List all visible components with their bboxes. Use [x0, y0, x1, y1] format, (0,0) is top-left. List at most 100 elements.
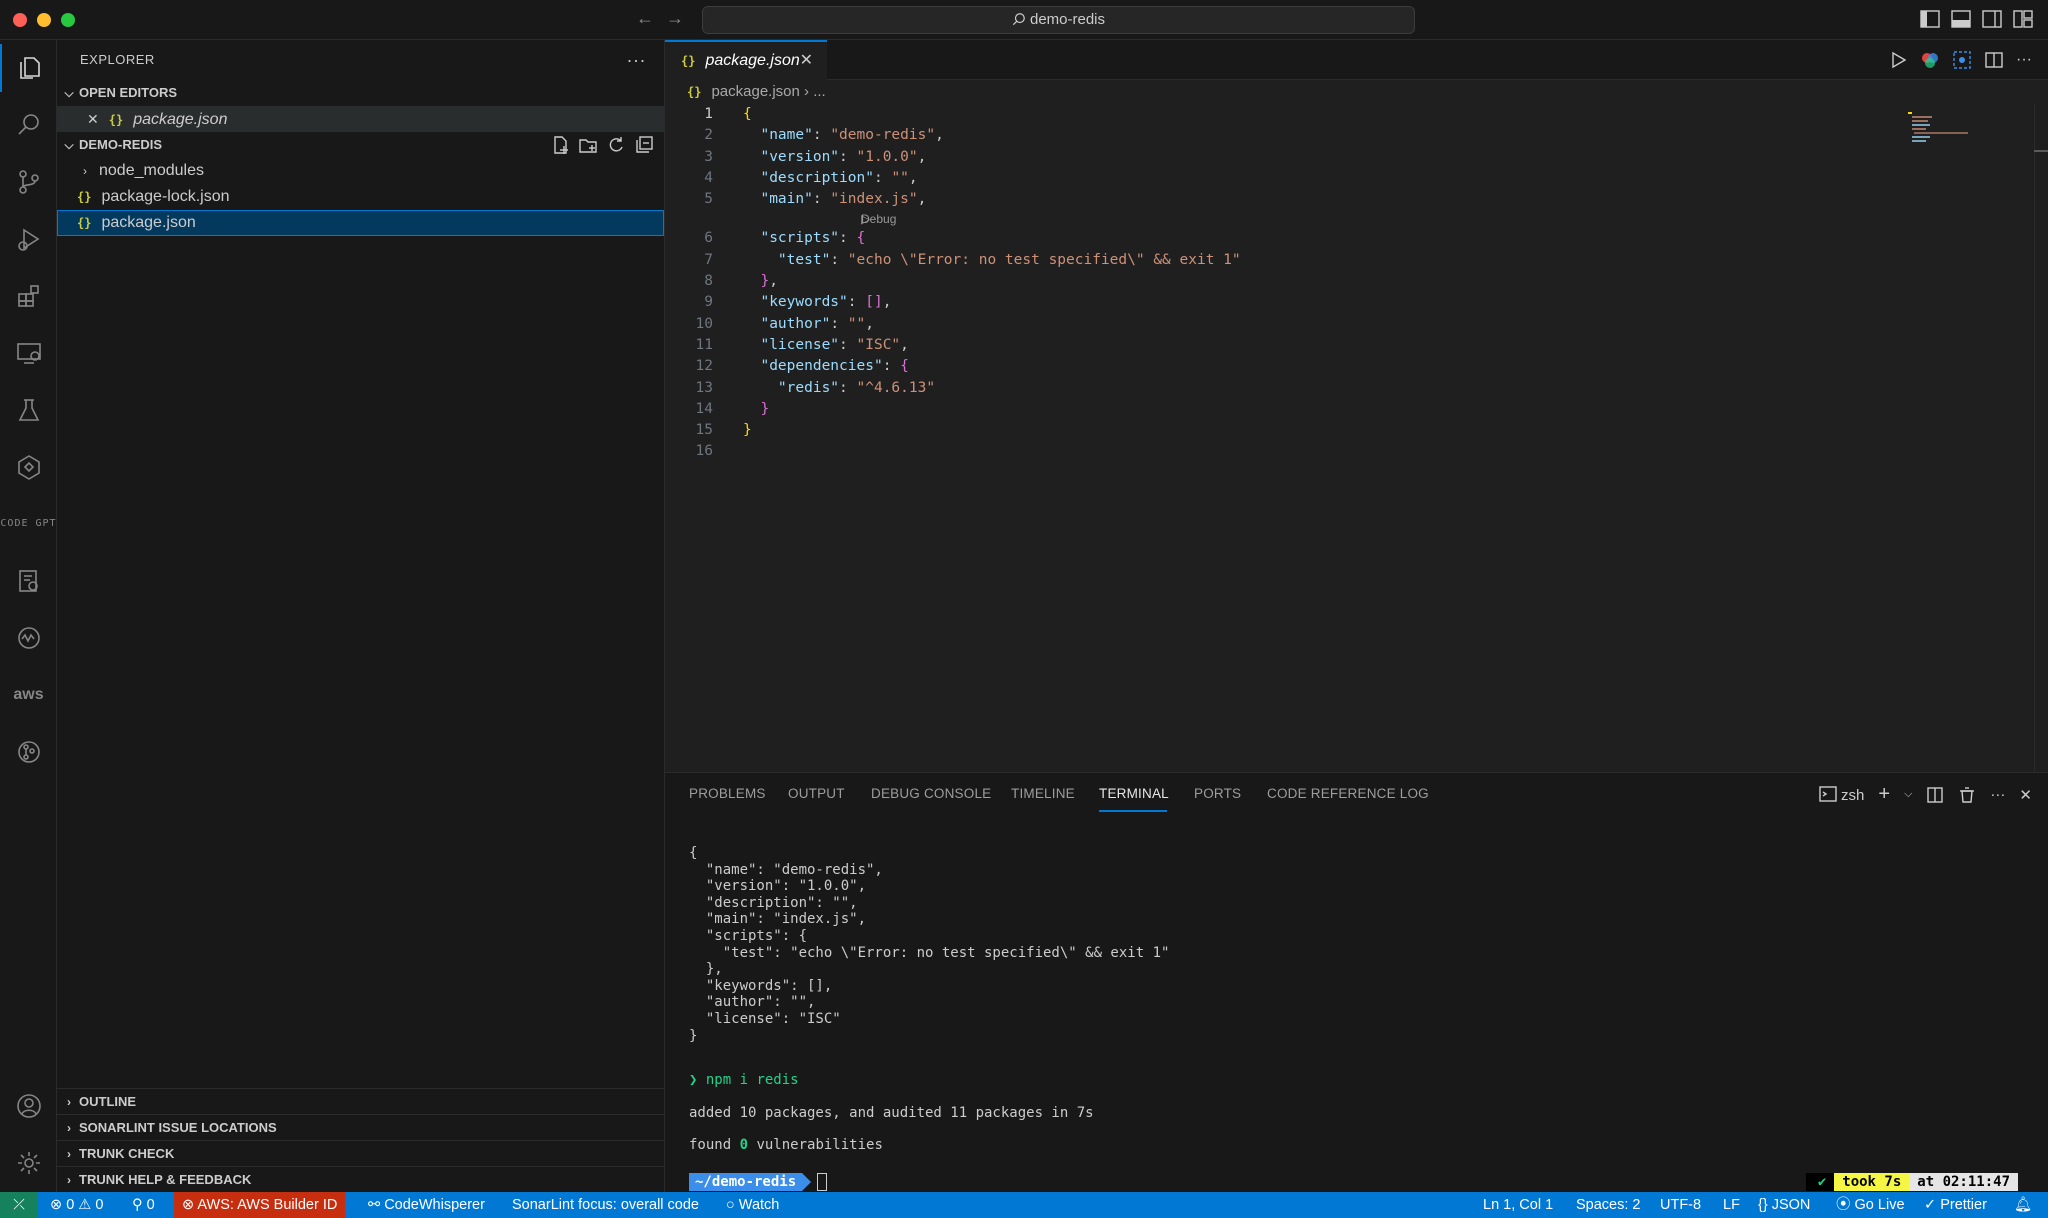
sonarlint-issue-locations-section[interactable]: › SONARLINT ISSUE LOCATIONS [57, 1114, 665, 1140]
language-mode-status[interactable]: {} JSON [1758, 1192, 1810, 1218]
watch-status[interactable]: ○ Watch [726, 1192, 779, 1218]
explorer-icon[interactable] [0, 44, 57, 92]
open-editors-section[interactable]: ⌵ OPEN EDITORS [57, 80, 664, 106]
code-editor[interactable]: 1{ 2 "name": "demo-redis", 3 "version": … [665, 104, 2048, 463]
minimap[interactable] [1908, 110, 1968, 150]
more-actions-icon[interactable]: ··· [627, 40, 646, 80]
command-center-text: demo-redis [1029, 11, 1106, 28]
window-minimize-button[interactable] [37, 13, 51, 27]
source-control-icon[interactable] [0, 158, 57, 206]
testing-icon[interactable] [0, 386, 57, 434]
codewhisperer-status[interactable]: ⚯ CodeWhisperer [368, 1192, 485, 1218]
notifications-bell-icon[interactable]: 🔔︎ [2014, 1192, 2032, 1218]
tab-terminal[interactable]: TERMINAL [1099, 786, 1169, 801]
back-arrow-icon[interactable]: ← [636, 8, 654, 29]
codegpt-action-icon[interactable] [1952, 50, 1972, 70]
editor-scrollbar[interactable] [2034, 104, 2048, 772]
account-icon[interactable] [0, 1082, 57, 1130]
terminal-line: { [689, 845, 698, 861]
status-ok-icon: ✔ [1805, 1173, 1835, 1191]
trash-icon[interactable] [1958, 786, 1976, 804]
tab-debug-console[interactable]: DEBUG CONSOLE [871, 786, 991, 801]
tree-item-node-modules[interactable]: › node_modules [57, 158, 664, 184]
hexagon-icon[interactable] [0, 443, 57, 491]
ports-status[interactable]: ⚲ 0 [132, 1192, 155, 1218]
timeline-wave-icon[interactable] [0, 614, 57, 662]
editor-area: {} package.json ✕ ··· {} package.json › ..… [665, 40, 2048, 772]
terminal-prompt[interactable]: ~/demo-redis [689, 1173, 828, 1191]
customize-layout-icon[interactable] [2013, 10, 2033, 28]
go-live-status[interactable]: ⦿ Go Live [1836, 1192, 1905, 1218]
window-maximize-button[interactable] [61, 13, 75, 27]
toggle-secondary-sidebar-icon[interactable] [1982, 10, 2002, 28]
open-editor-item[interactable]: ✕ {} package.json [57, 106, 664, 132]
breadcrumb-rest[interactable]: ... [813, 83, 826, 100]
code-line: 16 [665, 441, 2048, 462]
terminal-output[interactable]: { "name": "demo-redis", "version": "1.0.… [689, 845, 1169, 1154]
extensions-icon[interactable] [0, 272, 57, 320]
close-icon[interactable]: ✕ [800, 42, 813, 80]
breadcrumb-file[interactable]: package.json [711, 83, 799, 100]
split-editor-icon[interactable] [1984, 50, 2004, 70]
collapse-all-icon[interactable] [634, 135, 654, 155]
problems-status[interactable]: ⊗ 0 ⚠ 0 [50, 1192, 103, 1218]
chevron-down-icon[interactable]: ⌵ [1904, 788, 1912, 801]
chevron-down-icon: ⌵ [64, 86, 74, 100]
trunk-help-feedback-section[interactable]: › TRUNK HELP & FEEDBACK [57, 1166, 665, 1192]
tab-problems[interactable]: PROBLEMS [689, 786, 766, 801]
preview-color-icon[interactable] [1920, 50, 1940, 70]
run-debug-icon[interactable] [0, 215, 57, 263]
more-actions-icon[interactable]: ··· [1990, 786, 2005, 803]
remote-indicator-icon[interactable]: ⤫ [0, 1192, 38, 1218]
tree-item-package-lock-json[interactable]: {} package-lock.json [57, 184, 664, 210]
tab-timeline[interactable]: TIMELINE [1011, 786, 1075, 801]
remote-explorer-icon[interactable] [0, 329, 57, 377]
aws-connection-status[interactable]: ⊗ AWS: AWS Builder ID [174, 1192, 346, 1218]
new-folder-icon[interactable] [578, 135, 598, 155]
folder-section-demo-redis[interactable]: ⌵ DEMO-REDIS [57, 132, 664, 158]
codegpt-icon[interactable]: CODE GPT [0, 500, 57, 548]
toggle-primary-sidebar-icon[interactable] [1920, 10, 1940, 28]
new-file-icon[interactable] [550, 135, 570, 155]
terminal-line: "license": "ISC" [689, 1010, 841, 1027]
cursor-position-status[interactable]: Ln 1, Col 1 [1483, 1192, 1553, 1218]
terminal-line: "main": "index.js", [689, 911, 867, 928]
close-icon[interactable]: ✕ [87, 111, 99, 127]
settings-gear-panel-icon[interactable] [0, 557, 57, 605]
close-panel-icon[interactable]: ✕ [2019, 786, 2032, 804]
encoding-status[interactable]: UTF-8 [1660, 1192, 1701, 1218]
toggle-panel-icon[interactable] [1951, 10, 1971, 28]
activity-bar: CODE GPT aws [0, 40, 57, 1192]
split-terminal-icon[interactable] [1926, 786, 1944, 804]
manage-gear-icon[interactable] [0, 1139, 57, 1187]
line-number: 3 [704, 148, 713, 165]
indentation-status[interactable]: Spaces: 2 [1576, 1192, 1641, 1218]
more-actions-icon[interactable]: ··· [2016, 51, 2032, 69]
status-bar: ⤫ ⊗ 0 ⚠ 0 ⚲ 0 ⊗ AWS: AWS Builder ID ⚯ Co… [0, 1192, 2048, 1218]
trunk-check-section[interactable]: › TRUNK CHECK [57, 1140, 665, 1166]
tab-code-reference-log[interactable]: CODE REFERENCE LOG [1267, 786, 1429, 801]
git-graph-icon[interactable] [0, 728, 57, 776]
tree-item-package-json[interactable]: {} package.json [57, 210, 664, 236]
outline-section[interactable]: › OUTLINE [57, 1088, 665, 1114]
tab-package-json[interactable]: {} package.json ✕ [665, 40, 827, 80]
window-close-button[interactable] [13, 13, 27, 27]
tab-ports[interactable]: PORTS [1194, 786, 1241, 801]
run-icon[interactable] [1888, 50, 1908, 70]
command-center-search[interactable]: demo-redis [702, 6, 1415, 34]
sonarlint-status[interactable]: SonarLint focus: overall code [512, 1192, 699, 1218]
tab-output[interactable]: OUTPUT [788, 786, 845, 801]
aws-icon[interactable]: aws [0, 671, 57, 719]
prettier-status[interactable]: ✓ Prettier [1924, 1192, 1987, 1218]
forward-arrow-icon[interactable]: → [666, 8, 684, 29]
code-line: 6 "scripts": { [665, 228, 2048, 249]
terminal-shell-selector[interactable]: zsh [1819, 785, 1864, 804]
debug-codelens[interactable]: ▷ Debug [665, 210, 2048, 228]
search-icon[interactable] [0, 101, 57, 149]
eol-status[interactable]: LF [1723, 1192, 1740, 1218]
refresh-icon[interactable] [606, 135, 626, 155]
chevron-right-icon: › [67, 1173, 71, 1187]
line-number: 5 [704, 191, 713, 208]
json-file-icon: {} [108, 113, 124, 127]
new-terminal-plus-icon[interactable]: + [1878, 783, 1890, 806]
